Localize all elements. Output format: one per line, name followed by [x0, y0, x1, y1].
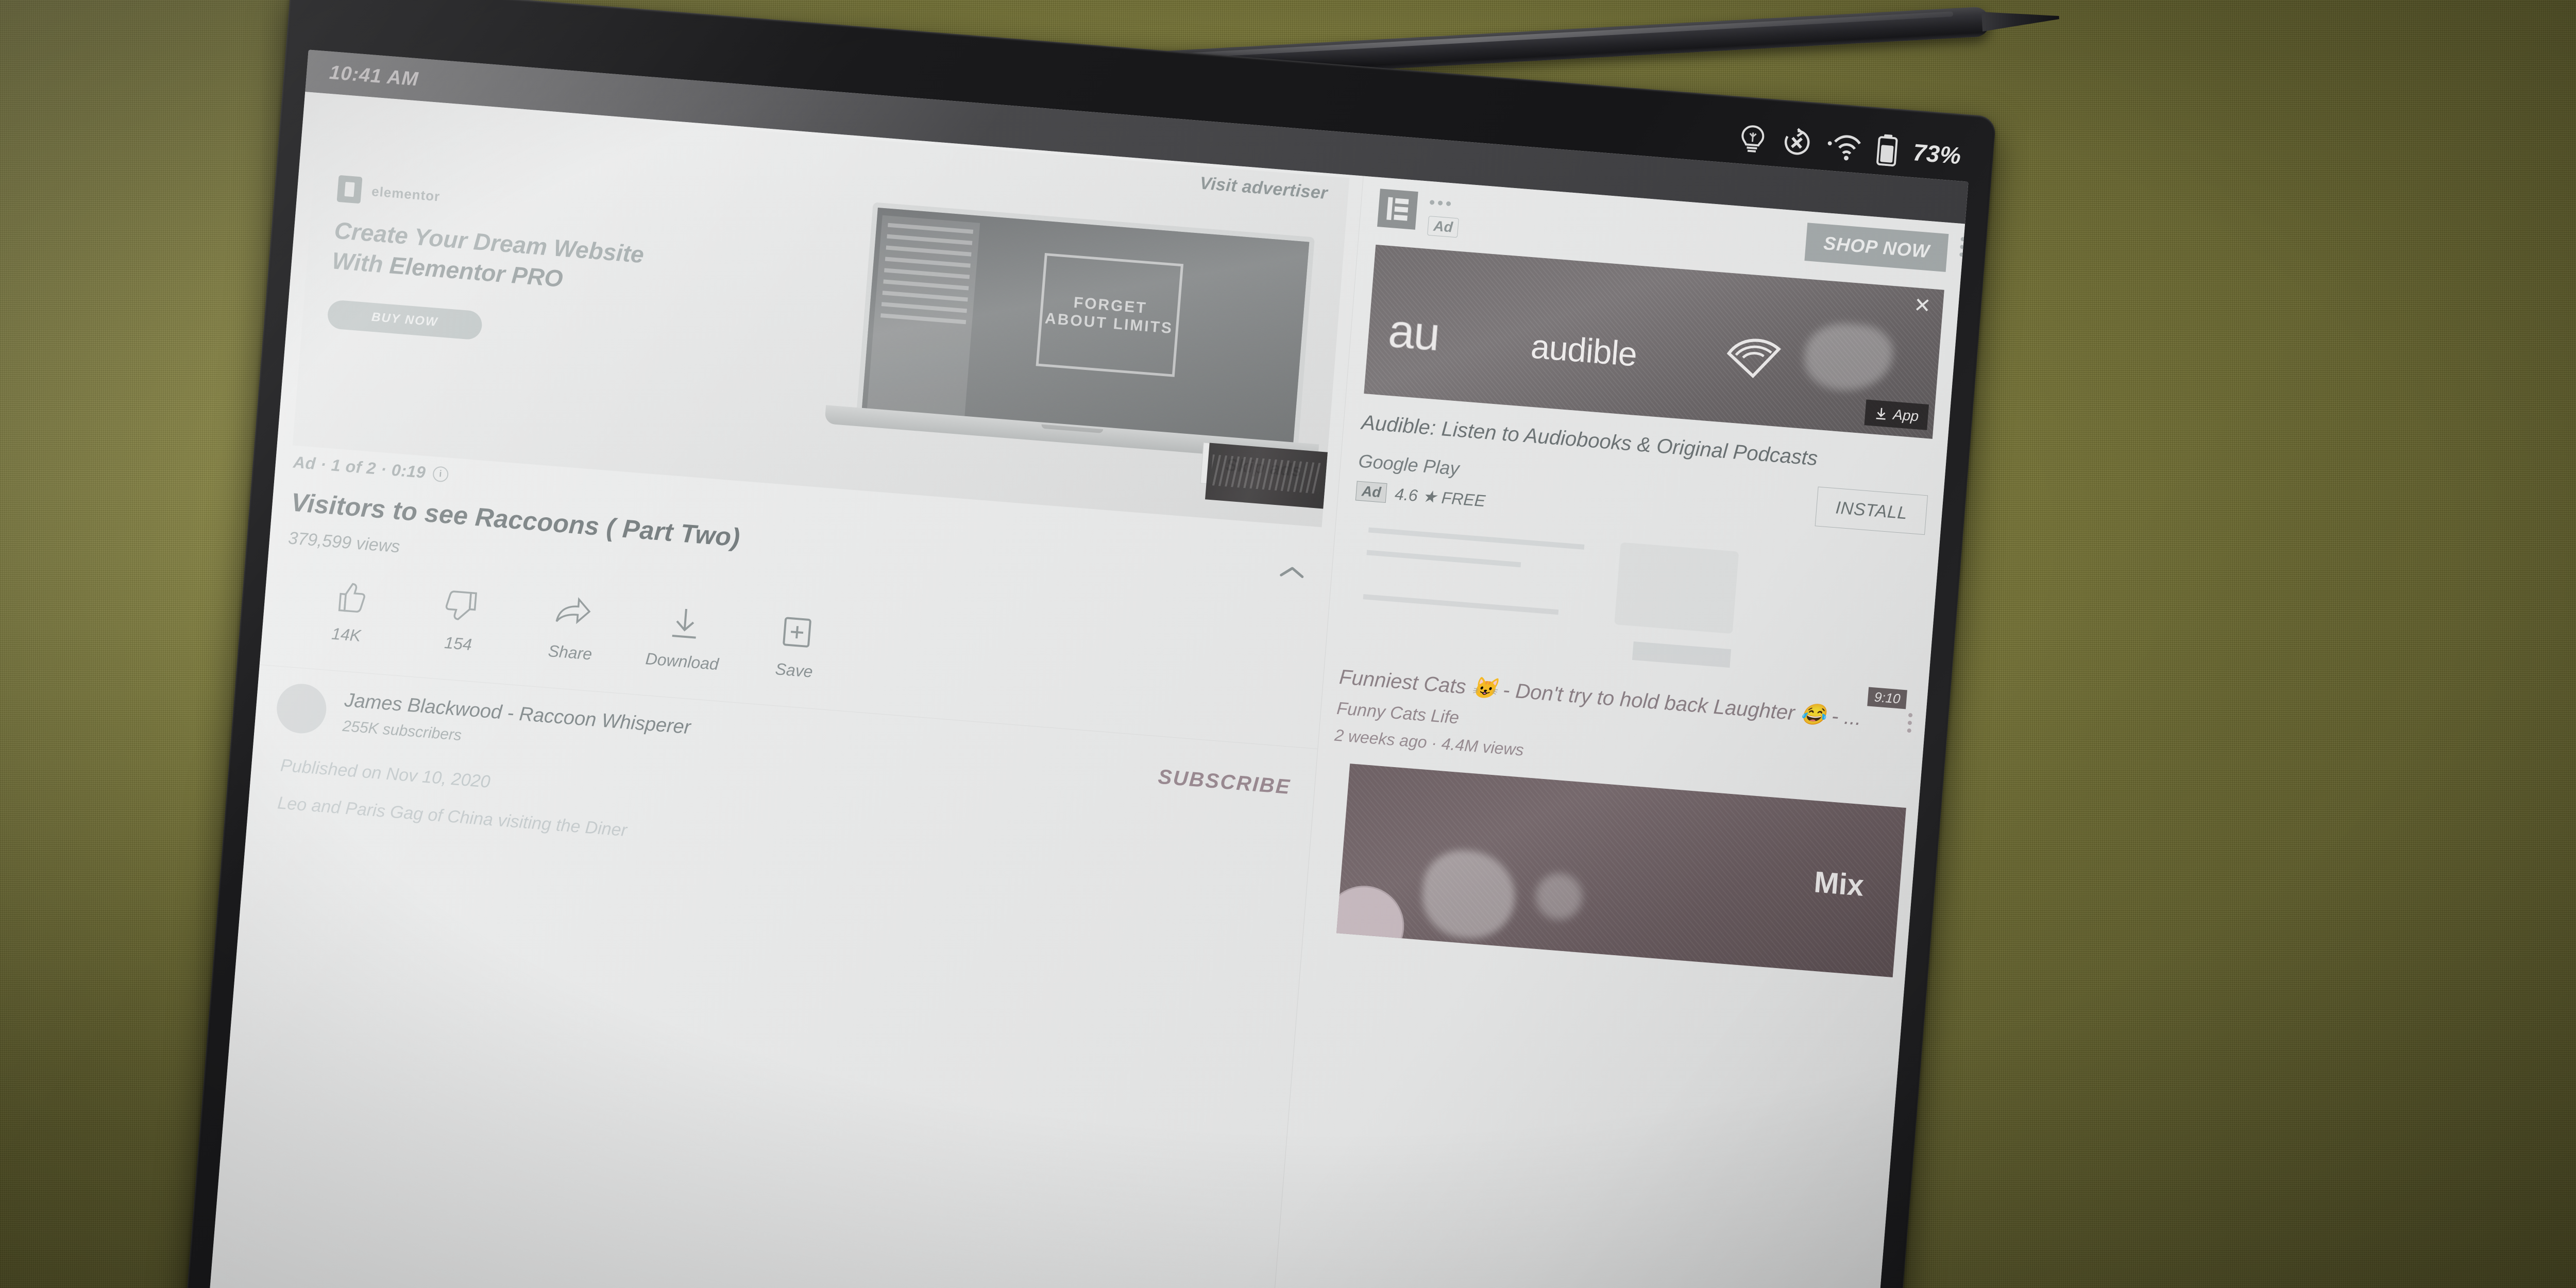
kebab-menu-icon[interactable]: [1429, 199, 1461, 207]
ad-headline: Create Your Dream Website With Elementor…: [331, 215, 736, 308]
buy-now-button[interactable]: BUY NOW: [327, 299, 483, 341]
app-ad-banner: au audible ✕ App: [1364, 244, 1944, 439]
dislike-button[interactable]: 154: [401, 583, 519, 658]
thumbs-up-icon: [338, 583, 365, 613]
like-button[interactable]: 14K: [290, 573, 407, 649]
audible-wordmark: audible: [1529, 327, 1638, 374]
save-label: Save: [774, 659, 814, 681]
app-rating: 4.6 ★ FREE: [1394, 484, 1486, 510]
video-duration-badge: 9:10: [1867, 687, 1907, 709]
refresh-off-icon[interactable]: [1781, 127, 1814, 159]
clock-label: 10:41 AM: [328, 61, 419, 90]
poster-text-label: FORGET ABOUT LIMITS: [1044, 294, 1174, 337]
download-label: Download: [645, 649, 720, 674]
download-icon: [1876, 408, 1886, 420]
share-button[interactable]: Share: [513, 591, 631, 667]
info-icon[interactable]: i: [432, 465, 449, 482]
photo-scene: 73% 10:41 AM Visit advertiser elementor …: [0, 0, 2576, 1288]
app-body: Visit advertiser elementor Create Your D…: [202, 92, 1965, 1288]
avatar[interactable]: [275, 682, 328, 736]
dislike-count: 154: [444, 633, 473, 654]
share-icon: [555, 597, 591, 624]
subscribe-button[interactable]: SUBSCRIBE: [1157, 765, 1292, 799]
elementor-icon: [1377, 189, 1418, 230]
elementor-icon: [336, 175, 363, 204]
battery-percent-label: 73%: [1912, 139, 1962, 170]
eink-tablet: 73% 10:41 AM Visit advertiser elementor …: [178, 0, 1996, 1288]
ad-headline-prefix: With: [331, 247, 391, 278]
main-column: Visit advertiser elementor Create Your D…: [202, 92, 1363, 1288]
chevron-up-icon[interactable]: [1278, 558, 1304, 584]
share-label: Share: [547, 641, 593, 664]
download-icon: [672, 608, 696, 639]
kebab-menu-icon[interactable]: [1907, 713, 1913, 733]
shop-now-button[interactable]: SHOP NOW: [1804, 223, 1949, 272]
eink-refresh-artifact: [1205, 443, 1328, 509]
app-ad-card[interactable]: au audible ✕ App Audible: Listen to Audi…: [1355, 244, 1944, 546]
audible-logo-icon: [1726, 338, 1781, 379]
tablet-screen: 10:41 AM Visit advertiser elementor Crea…: [202, 49, 1969, 1288]
sidebar-column: Ad SHOP NOW au audible ✕ App Audible: Li…: [1261, 176, 1965, 1288]
banner-left-glyph: au: [1386, 304, 1442, 361]
app-badge: App: [1864, 399, 1929, 430]
like-count: 14K: [331, 624, 362, 645]
mix-label: Mix: [1812, 865, 1866, 903]
stylus-tip: [1981, 8, 2060, 31]
lightbulb-icon[interactable]: [1738, 123, 1767, 155]
app-rating-row: Ad 4.6 ★ FREE: [1355, 481, 1486, 511]
visit-advertiser-link[interactable]: Visit advertiser: [1199, 174, 1328, 204]
save-button[interactable]: Save: [737, 609, 855, 685]
ad-badge: Ad: [1355, 481, 1387, 503]
download-button[interactable]: Download: [625, 600, 743, 675]
save-plus-icon: [783, 617, 811, 648]
thumbs-down-icon: [445, 590, 477, 620]
battery-icon[interactable]: [1876, 133, 1899, 167]
wifi-icon[interactable]: [1827, 131, 1863, 162]
laptop-screen: FORGET ABOUT LIMITS: [856, 202, 1315, 448]
app-badge-label: App: [1892, 406, 1920, 425]
mix-card[interactable]: Mix: [1336, 764, 1906, 978]
promo-badges: Ad: [1427, 193, 1461, 238]
laptop-sidebar-mock: [867, 215, 980, 416]
install-button[interactable]: INSTALL: [1815, 486, 1928, 535]
ad-brand-label: elementor: [371, 183, 441, 205]
close-icon[interactable]: ✕: [1910, 294, 1934, 319]
app-store-label: Google Play: [1358, 450, 1461, 479]
app-ad-meta: Google Play Ad 4.6 ★ FREE: [1355, 450, 1489, 511]
ad-badge: Ad: [1427, 215, 1460, 238]
ad-copy-block: elementor Create Your Dream Website With…: [327, 175, 739, 360]
poster-text: FORGET ABOUT LIMITS: [1036, 253, 1184, 377]
